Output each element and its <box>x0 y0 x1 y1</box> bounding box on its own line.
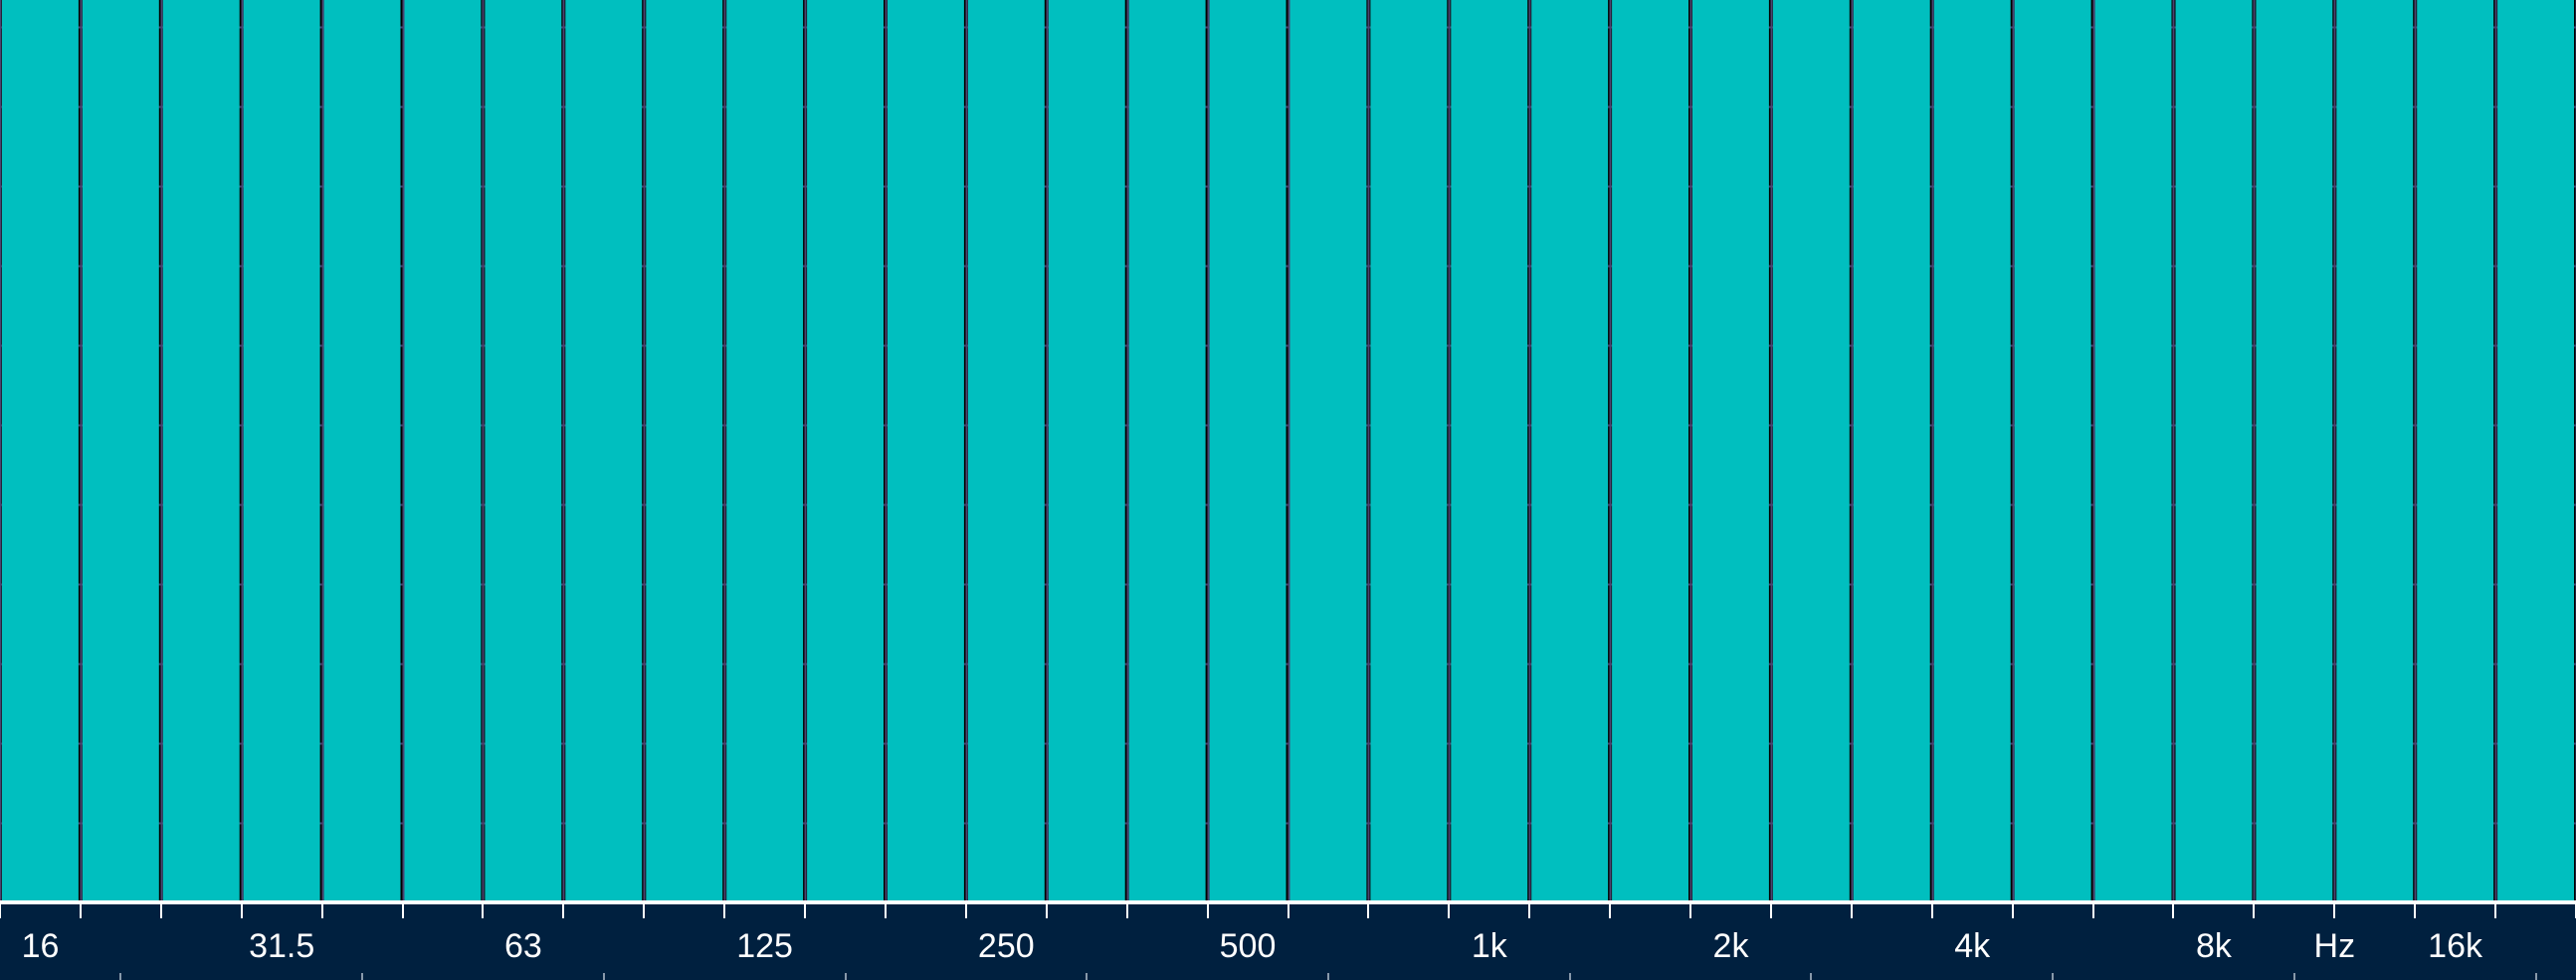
band-bar <box>888 0 964 902</box>
band-bar <box>807 0 884 902</box>
band-bar <box>1853 0 1930 902</box>
frequency-tick-label: 125 <box>736 927 793 965</box>
band-bar <box>1451 0 1528 902</box>
frequency-tick-label: 63 <box>504 927 542 965</box>
band-bar <box>646 0 723 902</box>
band-bar <box>2175 0 2253 902</box>
band-bar <box>1289 0 1367 902</box>
frequency-tick-label: 250 <box>978 927 1035 965</box>
band-bar <box>967 0 1045 902</box>
band-bar <box>1370 0 1448 902</box>
band-bar <box>243 0 320 902</box>
band-bar <box>1209 0 1287 902</box>
band-bar <box>2 0 79 902</box>
frequency-tick-label: 1k <box>1472 927 1508 965</box>
band-bar <box>726 0 804 902</box>
band-bar <box>1048 0 1125 902</box>
frequency-tick-label: 500 <box>1220 927 1277 965</box>
band-bar <box>2417 0 2494 902</box>
band-bar <box>2094 0 2172 902</box>
frequency-tick-label: 16k <box>2428 927 2483 965</box>
band-bar <box>1531 0 1609 902</box>
band-bar <box>82 0 159 902</box>
band-bar <box>323 0 401 902</box>
band-bar <box>565 0 643 902</box>
band-bar <box>1772 0 1850 902</box>
band-bar <box>2256 0 2333 902</box>
frequency-tick-label: 16 <box>22 927 60 965</box>
band-bar <box>2014 0 2091 902</box>
band-bar <box>2497 0 2574 902</box>
band-bar <box>1128 0 1206 902</box>
spectrum-analyzer: 16 31.5 63 125 250 500 1k 2k 4k 8k 16k Hz <box>0 0 2576 980</box>
band-bar <box>162 0 240 902</box>
frequency-tick-label: 4k <box>1954 927 1991 965</box>
band-bar <box>404 0 482 902</box>
band-bar <box>2336 0 2414 902</box>
band-bar <box>1612 0 1688 902</box>
frequency-unit-label: Hz <box>2314 927 2356 965</box>
band-bar <box>485 0 562 902</box>
frequency-tick-label: 2k <box>1713 927 1750 965</box>
frequency-tick-label: 8k <box>2196 927 2233 965</box>
frequency-tick-label: 31.5 <box>249 927 314 965</box>
band-bar <box>1692 0 1769 902</box>
band-bar <box>1933 0 2011 902</box>
